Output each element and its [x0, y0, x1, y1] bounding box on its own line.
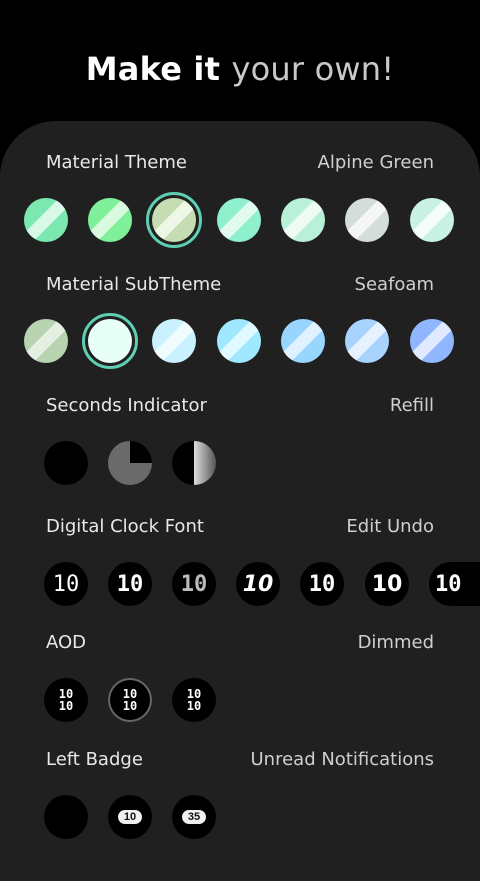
- clock-font-title: Digital Clock Font: [46, 516, 204, 537]
- seconds-indicator-title: Seconds Indicator: [46, 395, 207, 416]
- theme-swatch-1[interactable]: [24, 198, 68, 242]
- aod-value: Dimmed: [357, 632, 434, 653]
- aod-option-1-selected[interactable]: 10 10: [44, 678, 88, 722]
- theme-swatch-2[interactable]: [88, 198, 132, 242]
- material-theme-value: Alpine Green: [317, 152, 434, 173]
- seconds-option-refill-selected[interactable]: [108, 441, 152, 485]
- subtheme-swatch-5[interactable]: [281, 319, 325, 363]
- headline-part2: your own!: [231, 50, 395, 88]
- aod-sample-3: 10 10: [186, 687, 202, 713]
- refill-icon: [108, 441, 152, 485]
- font-sample-3: 10: [180, 571, 208, 597]
- font-option-5[interactable]: 10: [300, 562, 344, 606]
- seconds-indicator-value: Refill: [389, 395, 434, 416]
- aod-option-3[interactable]: 10 10: [172, 678, 216, 722]
- aod-option-2[interactable]: 10 10: [108, 678, 152, 722]
- badge-option-3[interactable]: 35: [172, 795, 216, 839]
- material-subtheme-value: Seafoam: [354, 274, 434, 295]
- subtheme-swatch-6[interactable]: [345, 319, 389, 363]
- seconds-option-none[interactable]: [44, 441, 88, 485]
- subtheme-swatch-1[interactable]: [24, 319, 68, 363]
- headline-part1: Make it: [85, 50, 221, 88]
- font-sample-6: 10: [371, 571, 403, 597]
- headline: Make it your own!: [0, 50, 480, 88]
- material-theme-title: Material Theme: [46, 152, 187, 173]
- font-sample-4: 10: [242, 571, 274, 597]
- theme-swatch-4[interactable]: [217, 198, 261, 242]
- font-option-7-partial[interactable]: 10: [429, 562, 480, 606]
- font-sample-5: 10: [308, 571, 336, 597]
- subtheme-swatch-7[interactable]: [410, 319, 454, 363]
- badge-pill-10: 10: [117, 810, 143, 824]
- theme-swatch-3-selected[interactable]: [146, 192, 202, 248]
- font-sample-1: 10: [52, 571, 80, 597]
- theme-swatch-7[interactable]: [410, 198, 454, 242]
- font-sample-2: 10: [116, 571, 144, 597]
- badge-option-2-selected[interactable]: 10: [108, 795, 152, 839]
- seconds-option-half-gradient-icon[interactable]: [172, 441, 216, 485]
- font-sample-7: 10: [435, 571, 462, 597]
- badge-option-none[interactable]: [44, 795, 88, 839]
- clock-font-value: Edit Undo: [346, 516, 434, 537]
- aod-sample-1: 10 10: [58, 687, 74, 713]
- subtheme-swatch-2-selected[interactable]: [82, 313, 138, 369]
- font-option-3[interactable]: 10: [172, 562, 216, 606]
- subtheme-swatch-3[interactable]: [152, 319, 196, 363]
- theme-swatch-6[interactable]: [345, 198, 389, 242]
- material-subtheme-title: Material SubTheme: [46, 274, 222, 295]
- left-badge-title: Left Badge: [46, 749, 143, 770]
- subtheme-swatch-4[interactable]: [217, 319, 261, 363]
- font-option-1[interactable]: 10: [44, 562, 88, 606]
- font-option-4[interactable]: 10: [236, 562, 280, 606]
- font-option-6[interactable]: 10: [365, 562, 409, 606]
- aod-sample-2: 10 10: [122, 687, 138, 713]
- left-badge-value: Unread Notifications: [250, 749, 435, 770]
- font-option-2-selected[interactable]: 10: [108, 562, 152, 606]
- aod-title: AOD: [46, 632, 87, 653]
- badge-pill-35: 35: [181, 810, 207, 824]
- theme-swatch-5[interactable]: [281, 198, 325, 242]
